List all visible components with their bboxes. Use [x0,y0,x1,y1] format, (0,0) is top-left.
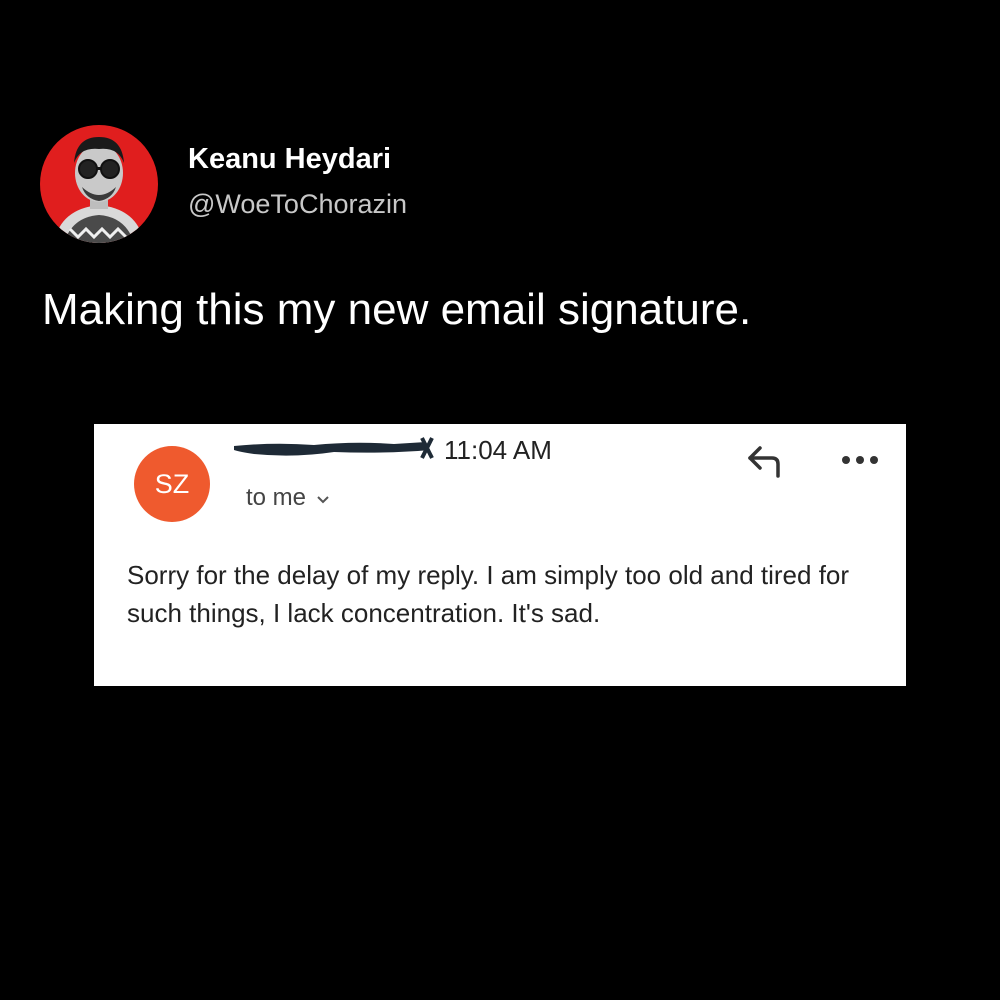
tweet-text: Making this my new email signature. [42,285,752,334]
email-body: Sorry for the delay of my reply. I am si… [127,560,850,628]
sender-avatar: SZ [134,446,210,522]
author-display-name[interactable]: Keanu Heydari [188,141,407,177]
tweet-header: Keanu Heydari @WoeToChorazin [40,125,407,243]
recipient-line[interactable]: to me [246,482,330,514]
email-time: 11:04 AM [444,435,552,465]
email-screenshot: SZ 11:04 AM to me Sorry for the delay of… [94,424,906,686]
redacted-sender-name [234,437,434,459]
avatar-image [40,125,158,243]
chevron-down-icon[interactable] [316,482,330,514]
recipient-label: to me [246,484,307,511]
more-options-icon[interactable] [839,448,881,472]
author-info: Keanu Heydari @WoeToChorazin [188,141,407,221]
reply-icon[interactable] [744,440,786,482]
author-avatar[interactable] [40,125,158,243]
author-handle[interactable]: @WoeToChorazin [188,187,407,221]
